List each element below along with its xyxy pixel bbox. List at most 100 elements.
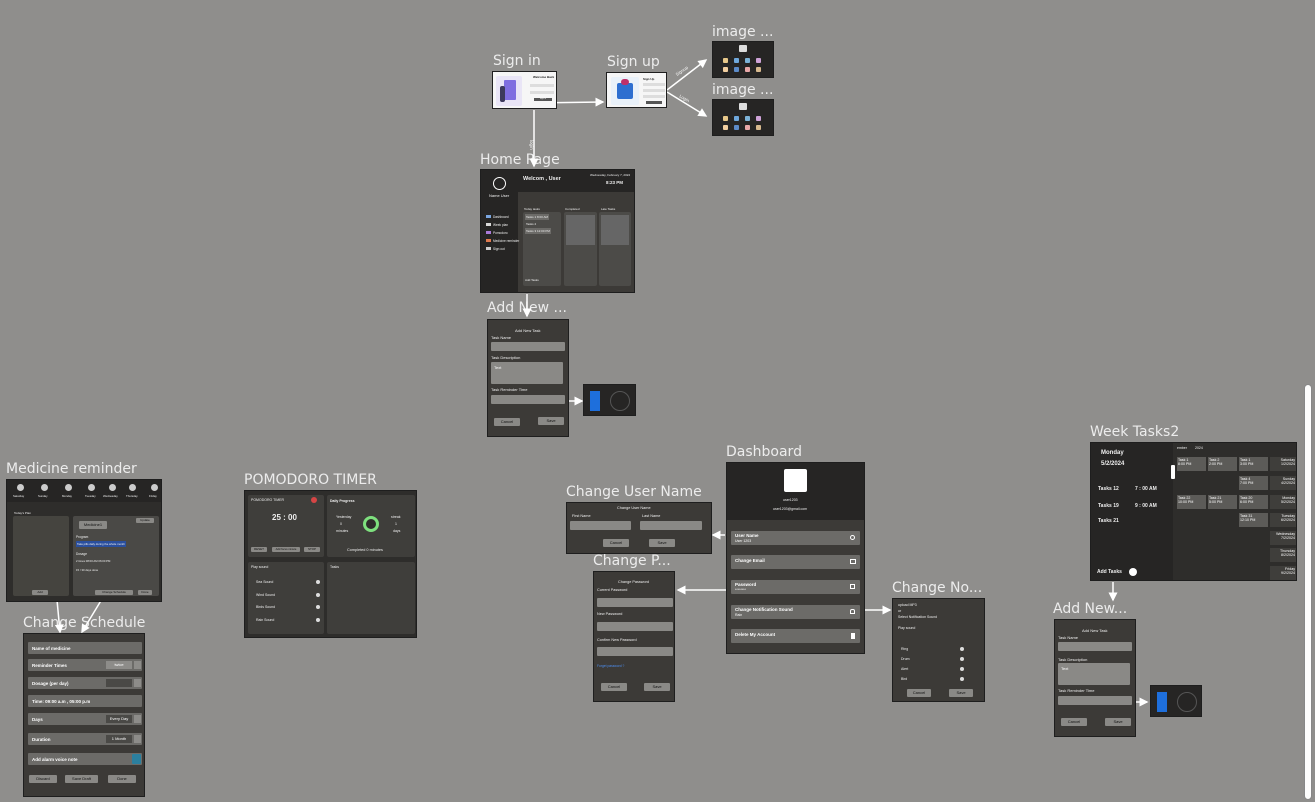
week-cell[interactable]: Task 1 3:00 PM <box>1239 457 1268 471</box>
task-reminder-input[interactable] <box>1058 696 1132 705</box>
signup-field-2[interactable] <box>643 89 665 92</box>
week-task-name[interactable]: Tasks 19 <box>1098 503 1119 509</box>
setting-notification-sound[interactable]: Change Notification Sound Rain <box>731 605 860 619</box>
task-row[interactable]: Tasks 2 <box>525 221 537 227</box>
sound-option[interactable]: Wind Sound <box>256 593 275 597</box>
stop-button[interactable]: STOP <box>304 547 320 552</box>
sidebar-item-pomodoro[interactable]: Pomodoro <box>493 231 508 235</box>
sound-option[interactable]: Alert <box>901 667 908 671</box>
radio-icon[interactable] <box>960 647 964 651</box>
sound-option[interactable]: Birds Sound <box>256 605 275 609</box>
signin-email-field[interactable] <box>530 84 554 87</box>
chevron-down-icon[interactable] <box>134 715 141 723</box>
add-tasks-button[interactable]: Add Tasks <box>1097 569 1122 575</box>
chevron-down-icon[interactable] <box>134 679 141 687</box>
upload-mp3-label[interactable]: upload MP3 <box>898 603 917 607</box>
cancel-button[interactable]: Cancel <box>603 539 629 547</box>
sound-option[interactable]: Sea Sound <box>256 580 273 584</box>
sound-option[interactable]: Bird <box>901 677 907 681</box>
sound-option[interactable]: Rain Sound <box>256 618 274 622</box>
day-circle-icon[interactable] <box>109 484 116 491</box>
cancel-button[interactable]: Cancel <box>494 418 520 426</box>
alarm-row[interactable]: Add alarm voice note <box>28 753 142 765</box>
setting-delete-account[interactable]: Delete My Account <box>731 629 860 643</box>
task-desc-input[interactable]: Text <box>1058 663 1130 685</box>
duration-select[interactable]: 1 Month <box>106 735 132 743</box>
canvas-scrollbar[interactable] <box>1304 384 1312 800</box>
signup-field-1[interactable] <box>643 83 665 86</box>
day-circle-icon[interactable] <box>129 484 136 491</box>
medicine-name-chip[interactable]: Medicine1 <box>79 521 107 529</box>
radio-icon[interactable] <box>316 593 320 597</box>
save-button[interactable]: Save <box>538 417 564 425</box>
add-button[interactable]: Add <box>32 590 48 595</box>
microphone-icon[interactable] <box>132 754 141 764</box>
week-cell[interactable]: Task 22 10:00 PM <box>1177 495 1206 509</box>
radio-icon[interactable] <box>960 657 964 661</box>
time-row[interactable]: Time: 09:00 a.m , 05:00 p.m <box>28 695 142 707</box>
day-circle-icon[interactable] <box>88 484 95 491</box>
task-row[interactable]: Tasks 1 8:00 AM <box>525 214 550 220</box>
signin-password-field[interactable] <box>530 91 554 94</box>
reset-button[interactable]: RESET <box>251 547 267 552</box>
sidebar-item-sign-out[interactable]: Sign out <box>493 247 505 251</box>
done-button[interactable]: Done <box>138 590 152 595</box>
edit-button[interactable]: Update <box>136 518 154 523</box>
cancel-button[interactable]: Cancel <box>1061 718 1087 726</box>
task-row[interactable]: Tasks 3 12:00 PM <box>525 228 551 234</box>
save-button[interactable]: Save <box>1105 718 1131 726</box>
week-cell[interactable]: Task 21 5:00 PM <box>1208 495 1237 509</box>
sidebar-item-medicine[interactable]: Medicine reminder <box>493 239 519 243</box>
radio-icon[interactable] <box>960 677 964 681</box>
week-month[interactable]: ember <box>1177 446 1187 450</box>
radio-icon[interactable] <box>316 618 320 622</box>
day-circle-icon[interactable] <box>41 484 48 491</box>
task-name-input[interactable] <box>1058 642 1132 651</box>
week-task-name[interactable]: Tasks 12 <box>1098 486 1119 492</box>
chevron-down-icon[interactable] <box>134 735 141 743</box>
first-name-input[interactable] <box>570 521 631 530</box>
dosage-select[interactable] <box>106 679 132 687</box>
profile-avatar[interactable] <box>784 469 807 492</box>
last-name-input[interactable] <box>640 521 702 530</box>
save-button[interactable]: Save <box>644 683 670 691</box>
plus-icon[interactable] <box>1129 568 1137 576</box>
day-circle-icon[interactable] <box>151 484 158 491</box>
reminder-times-select[interactable]: twice <box>106 661 132 669</box>
week-cell[interactable]: Task 2 2:00 PM <box>1208 457 1237 471</box>
current-password-input[interactable] <box>597 598 673 607</box>
setting-password[interactable]: Password ******** <box>731 580 860 594</box>
save-button[interactable]: Save <box>949 689 973 697</box>
sidebar-item-dashboard[interactable]: Dashboard <box>493 215 509 219</box>
sound-option[interactable]: Drum <box>901 657 910 661</box>
week-year[interactable]: 2024 <box>1195 446 1203 450</box>
save-button[interactable]: Save <box>649 539 675 547</box>
radio-icon[interactable] <box>316 605 320 609</box>
week-cell[interactable]: Task 4 7:00 PM <box>1239 476 1268 490</box>
setting-username[interactable]: User Name User 1203 <box>731 531 860 545</box>
change-schedule-button[interactable]: Change Schedule <box>95 590 133 595</box>
sidebar-item-week-plan[interactable]: Week plan <box>493 223 508 227</box>
chevron-down-icon[interactable] <box>134 661 141 669</box>
days-select[interactable]: Every Day <box>106 715 132 723</box>
radio-icon[interactable] <box>316 580 320 584</box>
sound-option[interactable]: Ring <box>901 647 908 651</box>
day-circle-icon[interactable] <box>17 484 24 491</box>
signin-button[interactable]: Sign In <box>534 98 552 101</box>
day-circle-icon[interactable] <box>65 484 72 491</box>
add-tasks-button[interactable]: Add Tasks <box>525 278 539 282</box>
done-button[interactable]: Done <box>108 775 136 783</box>
task-name-input[interactable] <box>491 342 565 351</box>
forgot-password-link[interactable]: Forget password ? <box>597 664 624 668</box>
save-draft-button[interactable]: Save Draft <box>65 775 98 783</box>
scroll-handle[interactable] <box>1171 465 1175 479</box>
task-reminder-input[interactable] <box>491 395 565 404</box>
week-task-name[interactable]: Tasks 21 <box>1098 518 1119 524</box>
radio-icon[interactable] <box>960 667 964 671</box>
week-cell[interactable]: Task 31 12:10 PM <box>1239 513 1268 527</box>
confirm-password-input[interactable] <box>597 647 673 656</box>
add-focus-button[interactable]: Add focus minute <box>272 547 300 552</box>
cancel-button[interactable]: Cancel <box>601 683 627 691</box>
week-cell[interactable]: Task 1 8:00 PM <box>1177 457 1206 471</box>
new-password-input[interactable] <box>597 622 673 631</box>
